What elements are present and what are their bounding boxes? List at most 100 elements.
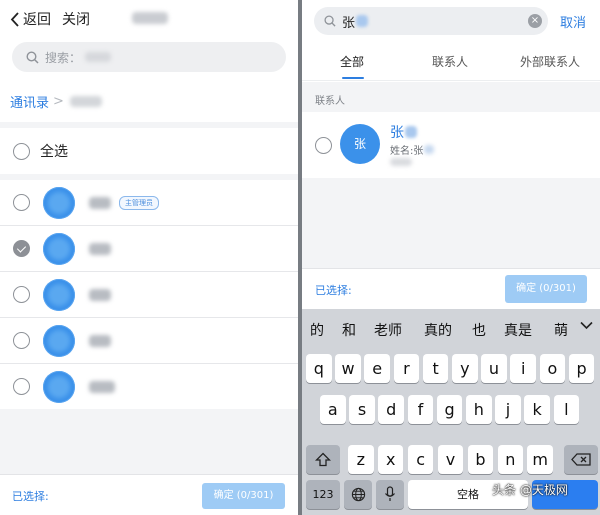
avatar xyxy=(43,186,75,219)
key-o[interactable]: o xyxy=(539,354,566,383)
candidate-bar: 的 和 老师 真的 也 真是 萌 xyxy=(302,309,600,347)
contact-row[interactable]: 主管理员 xyxy=(0,180,298,226)
key-c[interactable]: c xyxy=(407,445,434,474)
contact-row[interactable] xyxy=(0,272,298,318)
key-x[interactable]: x xyxy=(377,445,404,474)
candidate-word[interactable]: 老师 xyxy=(374,320,402,340)
microphone-key[interactable] xyxy=(376,480,404,509)
result-tabs: 全部 联系人 外部联系人 xyxy=(302,40,600,81)
shift-key[interactable] xyxy=(306,445,340,474)
key-n[interactable]: n xyxy=(497,445,524,474)
selected-count-label: 已选择: xyxy=(315,284,352,297)
result-checkbox[interactable] xyxy=(315,137,332,154)
key-u[interactable]: u xyxy=(481,354,507,383)
key-k[interactable]: k xyxy=(524,395,550,424)
key-q[interactable]: q xyxy=(306,354,332,383)
cancel-button[interactable]: 取消 xyxy=(560,12,586,31)
breadcrumb-separator: > xyxy=(53,93,64,109)
key-w[interactable]: w xyxy=(335,354,361,383)
candidate-word[interactable]: 也 xyxy=(472,320,486,340)
result-subtitle-text: 姓名:张 xyxy=(390,146,424,157)
key-e[interactable]: e xyxy=(364,354,390,383)
contact-row[interactable] xyxy=(0,364,298,409)
search-placeholder: 搜索： xyxy=(45,50,82,65)
contact-checkbox[interactable] xyxy=(13,378,30,395)
candidate-word[interactable]: 萌 xyxy=(554,320,568,340)
search-icon xyxy=(324,15,336,27)
search-placeholder-redacted xyxy=(85,52,112,62)
key-b[interactable]: b xyxy=(467,445,494,474)
search-area: 搜索： xyxy=(0,38,298,80)
contact-checkbox[interactable] xyxy=(13,286,30,303)
selection-footer: 已选择: 确定 (0/301) xyxy=(0,474,298,515)
key-m[interactable]: m xyxy=(527,445,553,474)
globe-key[interactable] xyxy=(344,480,372,509)
watermark: 头条 @天极网 xyxy=(492,483,568,497)
result-name: 张 xyxy=(390,122,417,142)
contact-row[interactable] xyxy=(0,226,298,272)
avatar: 张 xyxy=(340,124,380,164)
key-h[interactable]: h xyxy=(466,395,492,424)
candidate-word[interactable]: 真的 xyxy=(424,320,452,340)
contact-name-redacted xyxy=(89,380,115,393)
key-z[interactable]: z xyxy=(348,445,374,474)
contact-checkbox[interactable] xyxy=(13,194,30,211)
search-input[interactable]: 搜索： xyxy=(12,42,286,72)
contact-checkbox-checked[interactable] xyxy=(13,240,30,257)
contact-name-redacted xyxy=(89,334,111,347)
avatar xyxy=(43,232,75,265)
select-all-checkbox[interactable] xyxy=(13,142,30,160)
key-p[interactable]: p xyxy=(568,354,595,383)
contact-name-redacted xyxy=(89,288,111,301)
search-input[interactable]: 张 × xyxy=(314,7,548,35)
key-r[interactable]: r xyxy=(393,354,420,383)
search-icon xyxy=(26,50,39,64)
backspace-icon xyxy=(571,453,591,466)
breadcrumb-root[interactable]: 通讯录 xyxy=(10,92,49,111)
confirm-button[interactable]: 确定 (0/301) xyxy=(505,275,587,303)
key-g[interactable]: g xyxy=(436,395,463,424)
tab-all[interactable]: 全部 xyxy=(340,53,364,70)
key-f[interactable]: f xyxy=(407,395,434,424)
nav-bar: 返回 关闭 xyxy=(0,0,298,38)
key-v[interactable]: v xyxy=(437,445,464,474)
search-query-redacted xyxy=(356,15,369,27)
back-label: 返回 xyxy=(23,12,51,28)
confirm-button[interactable]: 确定 (0/301) xyxy=(202,483,285,509)
result-subtitle-redacted xyxy=(424,145,435,154)
contact-list: 主管理员 xyxy=(0,180,298,409)
key-t[interactable]: t xyxy=(422,354,449,383)
select-all-row[interactable]: 全选 xyxy=(0,128,298,174)
chevron-down-icon[interactable] xyxy=(580,321,593,330)
key-d[interactable]: d xyxy=(378,395,404,424)
back-button[interactable]: 返回 xyxy=(10,9,51,29)
key-i[interactable]: i xyxy=(510,354,536,383)
search-results-pane: 张 × 取消 全部 联系人 外部联系人 联系人 张 张 姓名:张 已选择: 确定… xyxy=(302,0,600,515)
numbers-key[interactable]: 123 xyxy=(306,480,340,509)
shift-icon xyxy=(314,452,332,467)
backspace-key[interactable] xyxy=(564,445,598,474)
breadcrumb-current-redacted xyxy=(69,95,102,107)
search-result-row[interactable]: 张 张 姓名:张 xyxy=(302,112,600,178)
candidate-word[interactable]: 真是 xyxy=(504,320,532,340)
result-name-text: 张 xyxy=(390,125,404,141)
candidate-word[interactable]: 和 xyxy=(342,320,356,340)
avatar xyxy=(43,324,75,357)
key-y[interactable]: y xyxy=(452,354,478,383)
clear-icon[interactable]: × xyxy=(528,14,542,28)
close-button[interactable]: 关闭 xyxy=(62,9,90,29)
results-empty-area xyxy=(302,178,600,268)
contact-checkbox[interactable] xyxy=(13,332,30,349)
candidate-word[interactable]: 的 xyxy=(310,320,324,340)
page-title-redacted xyxy=(132,12,168,24)
key-a[interactable]: a xyxy=(320,395,346,424)
key-j[interactable]: j xyxy=(495,395,521,424)
chevron-left-icon xyxy=(10,11,19,27)
contact-row[interactable] xyxy=(0,318,298,364)
active-tab-indicator xyxy=(342,77,364,79)
contact-picker-pane: 返回 关闭 搜索： 通讯录 > 全选 主管理员 已选择: 确定 (0/301) xyxy=(0,0,298,515)
tab-external-contacts[interactable]: 外部联系人 xyxy=(520,53,580,70)
tab-contacts[interactable]: 联系人 xyxy=(432,53,468,70)
key-l[interactable]: l xyxy=(553,395,580,424)
key-s[interactable]: s xyxy=(349,395,375,424)
